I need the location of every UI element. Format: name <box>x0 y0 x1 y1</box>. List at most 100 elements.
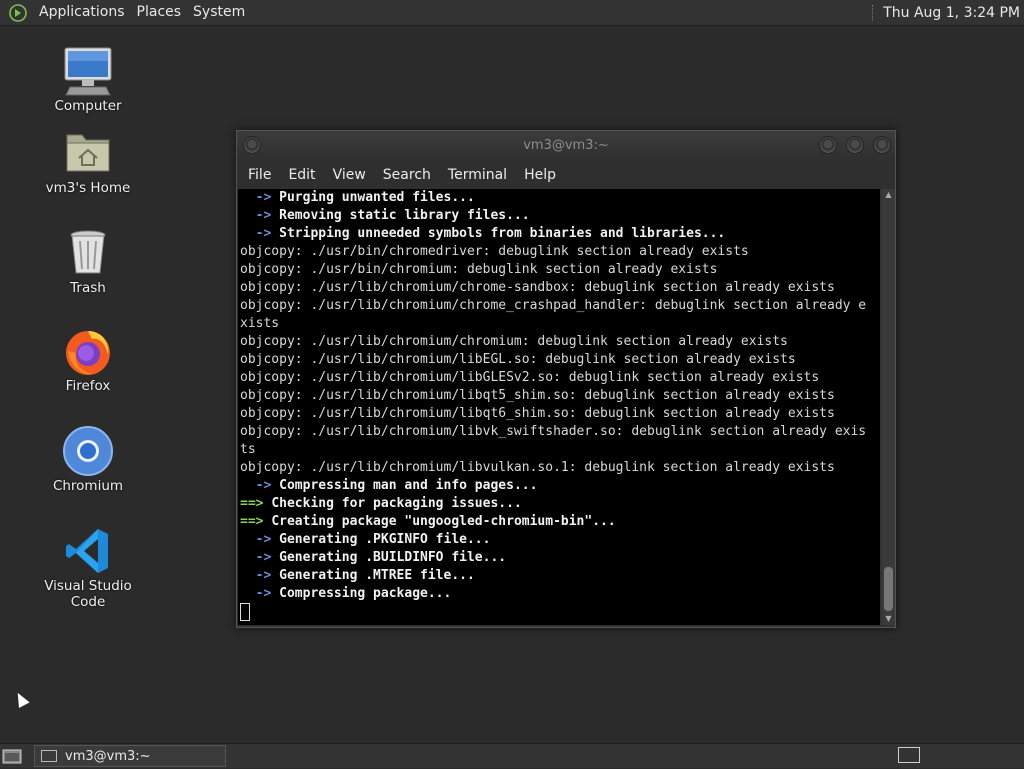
terminal-line: objcopy: ./usr/lib/chromium/libqt6_shim.… <box>240 405 880 423</box>
mouse-pointer-icon <box>12 690 30 708</box>
terminal-line: objcopy: ./usr/lib/chromium/libvulkan.so… <box>240 459 880 477</box>
terminal-scrollbar[interactable]: ▲ ▼ <box>882 189 895 625</box>
scrollbar-thumb[interactable] <box>884 567 893 611</box>
menu-view[interactable]: View <box>326 167 376 183</box>
menu-file[interactable]: File <box>241 167 281 183</box>
terminal-line: objcopy: ./usr/lib/chromium/chrome-sandb… <box>240 279 880 297</box>
close-button[interactable] <box>873 136 891 154</box>
scroll-up-arrow-icon[interactable]: ▲ <box>882 189 895 201</box>
system-menu[interactable]: System <box>187 0 251 25</box>
line-text: Generating .BUILDINFO file... <box>279 550 507 565</box>
line-prefix: -> <box>240 586 280 601</box>
line-text: objcopy: ./usr/lib/chromium/chrome-sandb… <box>240 280 835 295</box>
line-text: xists <box>240 316 280 331</box>
line-text: objcopy: ./usr/lib/chromium/libEGL.so: d… <box>240 352 796 367</box>
terminal-line: -> Purging unwanted files... <box>240 189 880 207</box>
terminal-line: ==> Creating package "ungoogled-chromium… <box>240 513 880 531</box>
terminal-icon <box>41 750 57 762</box>
line-prefix: -> <box>240 226 280 241</box>
terminal-line: objcopy: ./usr/lib/chromium/libGLESv2.so… <box>240 369 880 387</box>
desktop-icon-label: vm3's Home <box>45 180 131 196</box>
terminal-line: -> Generating .BUILDINFO file... <box>240 549 880 567</box>
terminal-line: ==> Checking for packaging issues... <box>240 495 880 513</box>
terminal-window[interactable]: vm3@vm3:~ File Edit View Search Terminal… <box>236 130 896 628</box>
desktop-icon-label: Trash <box>70 280 106 296</box>
vscode-icon <box>62 525 114 577</box>
clock[interactable]: Thu Aug 1, 3:24 PM <box>883 5 1024 21</box>
terminal-cursor <box>240 603 250 621</box>
minimize-button[interactable] <box>819 136 837 154</box>
line-prefix: -> <box>240 190 280 205</box>
line-text: Purging unwanted files... <box>279 190 475 205</box>
line-text: Compressing package... <box>279 586 452 601</box>
terminal-line: objcopy: ./usr/lib/chromium/libvk_swifts… <box>240 423 880 441</box>
applications-menu[interactable]: Applications <box>33 0 131 25</box>
desktop-icon-vscode[interactable]: Visual Studio Code <box>28 525 148 610</box>
window-menu-button[interactable] <box>243 136 261 154</box>
line-text: objcopy: ./usr/bin/chromedriver: debugli… <box>240 244 749 259</box>
line-text: objcopy: ./usr/lib/chromium/libvk_swifts… <box>240 424 867 439</box>
terminal-line: -> Removing static library files... <box>240 207 880 225</box>
home-folder-icon <box>62 127 114 179</box>
terminal-line: objcopy: ./usr/lib/chromium/libEGL.so: d… <box>240 351 880 369</box>
line-text: objcopy: ./usr/bin/chromium: debuglink s… <box>240 262 718 277</box>
terminal-line: objcopy: ./usr/bin/chromedriver: debugli… <box>240 243 880 261</box>
line-text: objcopy: ./usr/lib/chromium/chrome_crash… <box>240 298 867 313</box>
distro-logo-icon[interactable] <box>9 3 27 22</box>
line-prefix: -> <box>240 568 280 583</box>
desktop-icon-firefox[interactable]: Firefox <box>28 325 148 394</box>
line-prefix: ==> <box>240 496 272 511</box>
line-prefix: -> <box>240 478 280 493</box>
menu-terminal[interactable]: Terminal <box>441 167 517 183</box>
line-text: Generating .MTREE file... <box>279 568 475 583</box>
line-text: objcopy: ./usr/lib/chromium/chromium: de… <box>240 334 788 349</box>
trash-icon <box>62 227 114 279</box>
computer-icon <box>62 45 114 97</box>
line-text: Removing static library files... <box>279 208 530 223</box>
line-text: objcopy: ./usr/lib/chromium/libvulkan.so… <box>240 460 835 475</box>
terminal-line: -> Compressing man and info pages... <box>240 477 880 495</box>
line-prefix: ==> <box>240 514 272 529</box>
desktop-icon-label: Chromium <box>52 478 124 494</box>
desktop-icon-trash[interactable]: Trash <box>28 227 148 296</box>
menu-help[interactable]: Help <box>517 167 566 183</box>
desktop-icon-label: Computer <box>54 98 122 114</box>
terminal-line: -> Generating .MTREE file... <box>240 567 880 585</box>
terminal-line: ts <box>240 441 880 459</box>
panel-separator <box>872 4 875 21</box>
taskbar-terminal-button[interactable]: vm3@vm3:~ <box>34 745 226 767</box>
desktop-icon-home[interactable]: vm3's Home <box>28 127 148 196</box>
line-text: Generating .PKGINFO file... <box>279 532 491 547</box>
terminal-output[interactable]: -> Purging unwanted files... -> Removing… <box>238 189 880 625</box>
taskbar-label: vm3@vm3:~ <box>65 748 151 764</box>
line-prefix: -> <box>240 550 280 565</box>
places-menu[interactable]: Places <box>131 0 188 25</box>
workspace-switcher[interactable] <box>898 747 920 763</box>
line-text: objcopy: ./usr/lib/chromium/libGLESv2.so… <box>240 370 820 385</box>
chromium-icon <box>62 425 114 477</box>
line-prefix: -> <box>240 532 280 547</box>
line-text: Creating package "ungoogled-chromium-bin… <box>271 514 616 529</box>
terminal-line: -> Generating .PKGINFO file... <box>240 531 880 549</box>
desktop-icon-computer[interactable]: Computer <box>28 45 148 114</box>
terminal-line: -> Stripping unneeded symbols from binar… <box>240 225 880 243</box>
line-text: Checking for packaging issues... <box>271 496 522 511</box>
menu-search[interactable]: Search <box>376 167 441 183</box>
line-text: Stripping unneeded symbols from binaries… <box>279 226 726 241</box>
terminal-line: xists <box>240 315 880 333</box>
scroll-down-arrow-icon[interactable]: ▼ <box>882 613 895 625</box>
terminal-line: objcopy: ./usr/lib/chromium/chrome_crash… <box>240 297 880 315</box>
line-prefix: -> <box>240 208 280 223</box>
firefox-icon <box>62 325 114 377</box>
terminal-line: objcopy: ./usr/bin/chromium: debuglink s… <box>240 261 880 279</box>
terminal-prompt-line <box>240 603 880 621</box>
maximize-button[interactable] <box>846 136 864 154</box>
show-desktop-icon[interactable] <box>2 747 24 765</box>
menu-edit[interactable]: Edit <box>281 167 325 183</box>
desktop-icon-chromium[interactable]: Chromium <box>28 425 148 494</box>
line-text: ts <box>240 442 256 457</box>
desktop-icon-label: Visual Studio Code <box>44 578 132 610</box>
line-text: objcopy: ./usr/lib/chromium/libqt5_shim.… <box>240 388 835 403</box>
window-titlebar[interactable]: vm3@vm3:~ <box>237 131 895 161</box>
terminal-menubar: File Edit View Search Terminal Help <box>237 161 895 189</box>
